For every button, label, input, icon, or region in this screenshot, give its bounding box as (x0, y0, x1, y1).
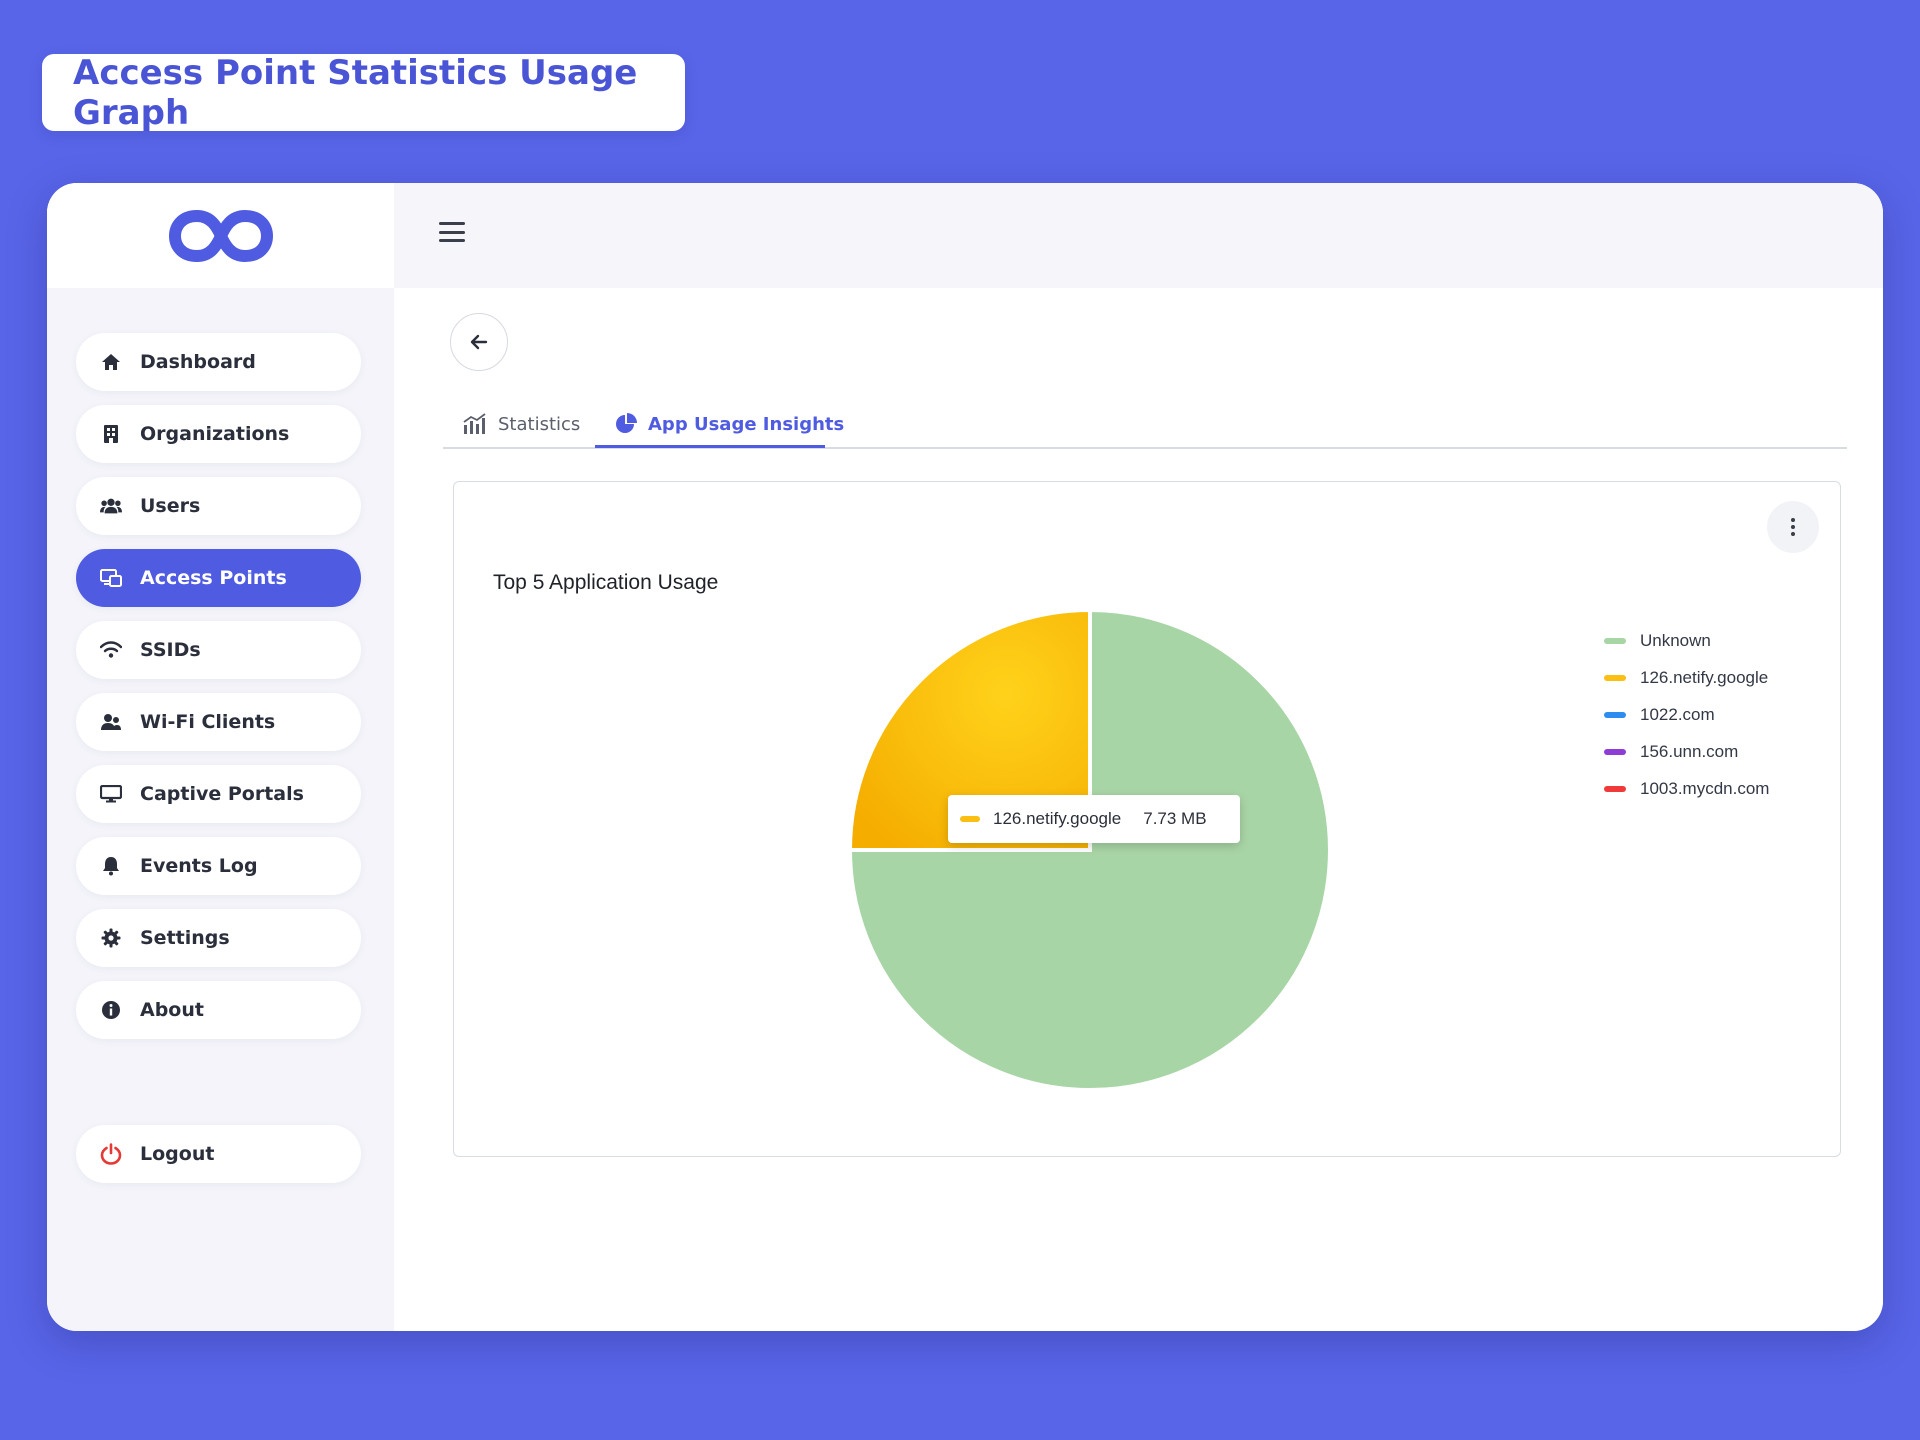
tab-app-usage-insights-label: App Usage Insights (648, 413, 845, 435)
home-icon (100, 351, 122, 373)
legend-swatch (1604, 748, 1626, 755)
sidebar-item-label: Captive Portals (140, 783, 304, 805)
sidebar-item-label: Dashboard (140, 351, 256, 373)
monitor-icon (100, 783, 122, 805)
legend-item[interactable]: 156.unn.com (1604, 733, 1769, 770)
chart-options-button[interactable] (1767, 501, 1819, 553)
hamburger-icon (439, 222, 465, 225)
more-vertical-icon (1791, 518, 1795, 522)
users-icon (100, 495, 122, 517)
sidebar-item-label: About (140, 999, 204, 1021)
sidebar-item-dashboard[interactable]: Dashboard (76, 333, 361, 391)
bar-chart-icon (462, 413, 488, 435)
access-point-icon (100, 567, 122, 589)
chart-tooltip: 126.netify.google 7.73 MB (948, 795, 1240, 843)
sidebar-item-label: Settings (140, 927, 230, 949)
menu-toggle-button[interactable] (439, 222, 465, 242)
page-title-banner: Access Point Statistics Usage Graph (42, 52, 685, 133)
logout-button[interactable]: Logout (76, 1125, 361, 1183)
building-icon (100, 423, 122, 445)
legend-swatch (1604, 674, 1626, 681)
sidebar-item-label: Organizations (140, 423, 290, 445)
hamburger-icon (439, 239, 465, 242)
clients-icon (100, 711, 122, 733)
legend-item[interactable]: Unknown (1604, 622, 1769, 659)
sidebar-item-events-log[interactable]: Events Log (76, 837, 361, 895)
logout-label: Logout (140, 1143, 215, 1165)
logo (47, 183, 394, 288)
sidebar-item-label: SSIDs (140, 639, 201, 661)
sidebar-item-users[interactable]: Users (76, 477, 361, 535)
more-vertical-icon (1791, 525, 1795, 529)
sidebar-item-label: Access Points (140, 567, 287, 589)
sidebar-item-organizations[interactable]: Organizations (76, 405, 361, 463)
legend-label: 1003.mycdn.com (1640, 778, 1770, 798)
tooltip-color-swatch (960, 816, 980, 822)
info-icon (100, 999, 122, 1021)
wifi-icon (100, 639, 122, 661)
hamburger-icon (439, 230, 465, 234)
sidebar-item-access-points[interactable]: Access Points (76, 549, 361, 607)
pie-chart (847, 607, 1332, 1092)
gear-icon (100, 927, 122, 949)
page-title: Access Point Statistics Usage Graph (73, 52, 638, 133)
sidebar-item-ssids[interactable]: SSIDs (76, 621, 361, 679)
arrow-left-icon (470, 334, 488, 350)
tooltip-label: 126.netify.google (993, 809, 1122, 828)
legend-label: 156.unn.com (1640, 741, 1739, 761)
pie-chart-icon (614, 412, 638, 436)
more-vertical-icon (1791, 532, 1795, 536)
legend-swatch (1604, 785, 1626, 792)
tab-statistics-label: Statistics (498, 413, 581, 435)
sidebar-item-captive-portals[interactable]: Captive Portals (76, 765, 361, 823)
power-icon (100, 1143, 122, 1165)
chart-legend: Unknown 126.netify.google 1022.com 156.unn.… (1604, 622, 1769, 807)
sidebar-item-label: Wi-Fi Clients (140, 711, 276, 733)
sidebar-item-about[interactable]: About (76, 981, 361, 1039)
chart-title: Top 5 Application Usage (493, 571, 719, 594)
legend-item[interactable]: 1003.mycdn.com (1604, 770, 1769, 807)
sidebar-item-settings[interactable]: Settings (76, 909, 361, 967)
back-button[interactable] (450, 313, 508, 371)
tab-statistics[interactable]: Statistics (462, 400, 580, 448)
legend-label: Unknown (1640, 630, 1711, 650)
legend-swatch (1604, 711, 1626, 718)
infinity-logo-icon (168, 209, 273, 262)
legend-item[interactable]: 126.netify.google (1604, 659, 1769, 696)
sidebar-item-label: Events Log (140, 855, 258, 877)
bell-icon (100, 855, 122, 877)
sidebar-item-label: Users (140, 495, 201, 517)
active-tab-indicator (595, 445, 825, 448)
top-bar (394, 183, 1883, 288)
tooltip-value: 7.73 MB (1143, 809, 1207, 828)
legend-label: 126.netify.google (1640, 667, 1769, 687)
legend-item[interactable]: 1022.com (1604, 696, 1769, 733)
sidebar-item-wifi-clients[interactable]: Wi-Fi Clients (76, 693, 361, 751)
legend-swatch (1604, 637, 1626, 644)
legend-label: 1022.com (1640, 704, 1715, 724)
tab-app-usage-insights[interactable]: App Usage Insights (614, 400, 844, 448)
